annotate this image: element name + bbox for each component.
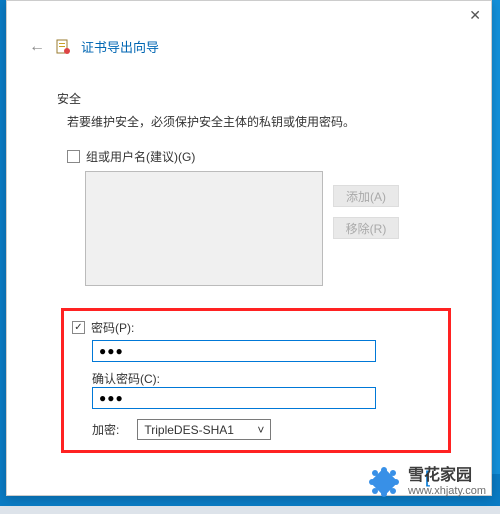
encryption-selected-value: TripleDES-SHA1 xyxy=(144,423,234,437)
group-users-buttons: 添加(A) 移除(R) xyxy=(333,171,399,286)
confirm-password-field-wrap xyxy=(72,387,434,409)
close-icon[interactable]: ✕ xyxy=(469,7,481,24)
group-users-area: 添加(A) 移除(R) xyxy=(85,171,451,286)
wizard-header: ← 证书导出向导 xyxy=(7,33,491,66)
password-checkbox[interactable]: ✓ xyxy=(72,321,85,334)
encryption-select[interactable]: TripleDES-SHA1 ˅ xyxy=(137,419,271,440)
wizard-title: 证书导出向导 xyxy=(81,37,159,56)
wizard-window: ✕ ← 证书导出向导 安全 若要维护安全，必须保护安全主体的私钥或使用密码。 组… xyxy=(6,0,492,496)
password-field-wrap xyxy=(72,340,434,362)
security-description: 若要维护安全，必须保护安全主体的私钥或使用密码。 xyxy=(67,113,451,130)
confirm-password-input[interactable] xyxy=(92,387,376,409)
add-button: 添加(A) xyxy=(333,185,399,207)
password-label: 密码(P): xyxy=(91,319,134,336)
encryption-row: 加密: TripleDES-SHA1 ˅ xyxy=(92,419,434,440)
encryption-label: 加密: xyxy=(92,421,119,438)
desktop-right-strip xyxy=(492,0,500,474)
chevron-down-icon: ˅ xyxy=(257,423,264,437)
security-heading: 安全 xyxy=(57,90,451,107)
watermark: 雪花家园 www.xhjaty.com xyxy=(366,464,486,500)
password-option[interactable]: ✓ 密码(P): xyxy=(72,319,434,336)
group-users-listbox xyxy=(85,171,323,286)
confirm-password-label: 确认密码(C): xyxy=(92,370,434,387)
group-users-label: 组或用户名(建议)(G) xyxy=(86,148,195,165)
group-users-option[interactable]: 组或用户名(建议)(G) xyxy=(67,148,451,165)
certificate-icon xyxy=(55,39,71,55)
group-users-checkbox[interactable] xyxy=(67,150,80,163)
titlebar: ✕ xyxy=(7,1,491,33)
annotation-highlight: ✓ 密码(P): 确认密码(C): 加密: TripleDES-SHA1 ˅ xyxy=(61,308,451,453)
remove-button: 移除(R) xyxy=(333,217,399,239)
wizard-content: 安全 若要维护安全，必须保护安全主体的私钥或使用密码。 组或用户名(建议)(G)… xyxy=(7,66,491,463)
taskbar-sliver xyxy=(0,506,500,514)
snowflake-icon xyxy=(366,464,402,500)
password-input[interactable] xyxy=(92,340,376,362)
watermark-name: 雪花家园 xyxy=(408,467,486,485)
watermark-url: www.xhjaty.com xyxy=(408,485,486,497)
back-icon[interactable]: ← xyxy=(29,38,45,56)
